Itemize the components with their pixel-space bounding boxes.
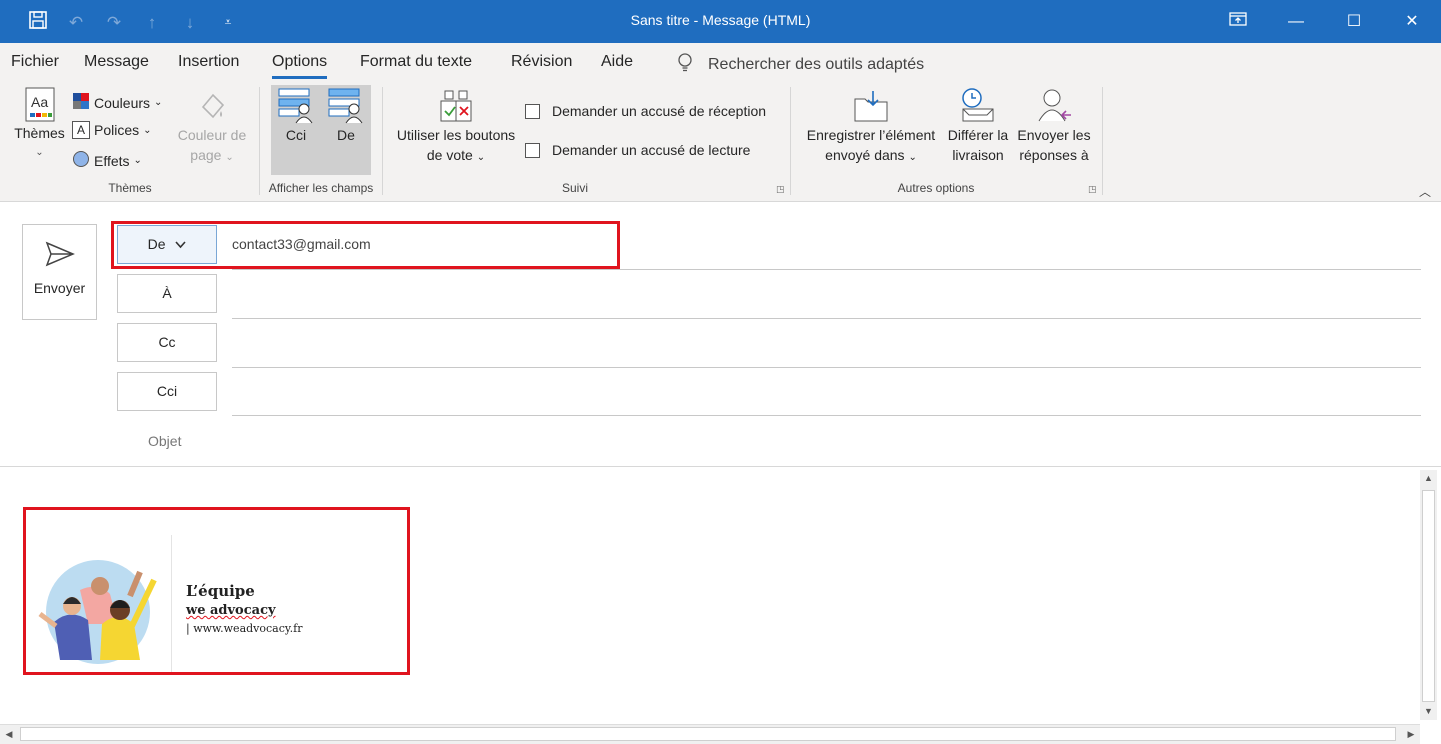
colors-button[interactable]: Couleurs ⌄: [72, 92, 162, 113]
window-controls: — ☐ ✕: [1209, 0, 1441, 43]
send-label: Envoyer: [33, 280, 86, 296]
checkbox-icon[interactable]: [525, 103, 540, 119]
maximize-icon[interactable]: ☐: [1325, 0, 1383, 43]
scroll-down-icon[interactable]: ▼: [1420, 703, 1437, 720]
tab-insertion[interactable]: Insertion: [178, 53, 239, 71]
tell-me-search[interactable]: Rechercher des outils adaptés: [676, 52, 924, 77]
tab-aide[interactable]: Aide: [601, 53, 633, 71]
tracking-dialog-launcher-icon[interactable]: ◳: [776, 184, 785, 195]
colors-icon: [72, 92, 90, 113]
ribbon: Aa Thèmes ⌄ Couleurs ⌄ A Polices ⌄ Effets ⌄…: [0, 81, 1441, 202]
direct-replies-button[interactable]: Envoyer les réponses à: [1013, 87, 1095, 165]
themes-label: Thèmes: [14, 125, 65, 141]
fonts-icon: A: [72, 121, 90, 139]
collapse-ribbon-icon[interactable]: ︿: [1419, 183, 1431, 200]
ribbon-separator: [790, 87, 791, 195]
more-options-group-label: Autres options: [897, 181, 975, 195]
cc-button[interactable]: Cc: [117, 323, 217, 362]
scroll-left-icon[interactable]: ◀: [0, 725, 18, 744]
bcc-field-toggle[interactable]: Cci: [273, 87, 319, 145]
ribbon-separator: [1102, 87, 1103, 195]
paint-bucket-icon: [195, 89, 229, 125]
ribbon-display-options-icon[interactable]: [1209, 0, 1267, 43]
scroll-up-icon[interactable]: ▲: [1420, 470, 1437, 487]
voting-buttons[interactable]: Utiliser les boutons de vote ⌄: [390, 87, 522, 168]
to-button[interactable]: À: [117, 274, 217, 313]
delay-clock-icon: [959, 87, 997, 125]
search-hint-text: Rechercher des outils adaptés: [708, 55, 925, 73]
scroll-right-icon[interactable]: ▶: [1402, 725, 1420, 744]
delivery-receipt-checkbox[interactable]: Demander un accusé de réception: [525, 103, 766, 119]
menu-bar: Fichier Message Insertion Options Format…: [0, 43, 1441, 81]
cc-field-input[interactable]: [232, 367, 1421, 368]
bcc-field-input[interactable]: [232, 415, 1421, 416]
page-color-button[interactable]: Couleur de page ⌄: [172, 89, 252, 168]
tab-message[interactable]: Message: [84, 53, 149, 71]
body-divider: [0, 466, 1441, 467]
effects-icon: [72, 150, 90, 171]
subject-label: Objet: [148, 433, 182, 449]
bcc-icon: [277, 87, 315, 125]
send-icon: [23, 241, 96, 272]
ribbon-separator: [382, 87, 383, 195]
horizontal-scrollbar[interactable]: ◀ ▶: [0, 724, 1420, 744]
send-button[interactable]: Envoyer: [22, 224, 97, 320]
tab-format-du-texte[interactable]: Format du texte: [360, 53, 472, 71]
themes-button[interactable]: Aa Thèmes ⌄: [12, 87, 67, 163]
bcc-button[interactable]: Cci: [117, 372, 217, 411]
voting-icon: [437, 87, 475, 125]
themes-icon: Aa: [23, 87, 57, 123]
delay-delivery-button[interactable]: Différer la livraison: [942, 87, 1014, 165]
vertical-scroll-thumb[interactable]: [1422, 490, 1435, 702]
fonts-button[interactable]: A Polices ⌄: [72, 121, 152, 139]
reply-person-icon: [1035, 87, 1073, 125]
ribbon-separator: [259, 87, 260, 195]
from-field-underline: [232, 269, 1421, 270]
horizontal-scroll-thumb[interactable]: [20, 727, 1396, 741]
effects-button[interactable]: Effets ⌄: [72, 150, 142, 171]
from-icon: [327, 87, 365, 125]
tab-revision[interactable]: Révision: [511, 53, 572, 71]
checkbox-icon[interactable]: [525, 142, 540, 158]
from-field-toggle[interactable]: De: [323, 87, 369, 145]
folder-save-icon: [852, 87, 890, 125]
save-sent-item-button[interactable]: Enregistrer l’élément envoyé dans ⌄: [800, 87, 942, 168]
from-highlight-box: [111, 221, 620, 269]
title-bar: ↶ ↷ ↑ ↓ ⩡ Sans titre - Message (HTML) — …: [0, 0, 1441, 43]
tab-fichier[interactable]: Fichier: [11, 53, 59, 71]
more-options-dialog-launcher-icon[interactable]: ◳: [1088, 184, 1097, 195]
tracking-group-label: Suivi: [561, 181, 588, 195]
themes-group-label: Thèmes: [108, 181, 152, 195]
close-icon[interactable]: ✕: [1383, 0, 1441, 43]
minimize-icon[interactable]: —: [1267, 0, 1325, 43]
read-receipt-checkbox[interactable]: Demander un accusé de lecture: [525, 142, 750, 158]
lightbulb-icon: [676, 52, 694, 77]
vertical-scrollbar[interactable]: ▲ ▼: [1420, 470, 1437, 720]
signature-highlight-box: [23, 507, 410, 675]
to-field-input[interactable]: [232, 318, 1421, 319]
show-fields-group-label: Afficher les champs: [268, 181, 374, 195]
tab-options[interactable]: Options: [272, 53, 328, 79]
svg-text:Aa: Aa: [31, 94, 48, 110]
